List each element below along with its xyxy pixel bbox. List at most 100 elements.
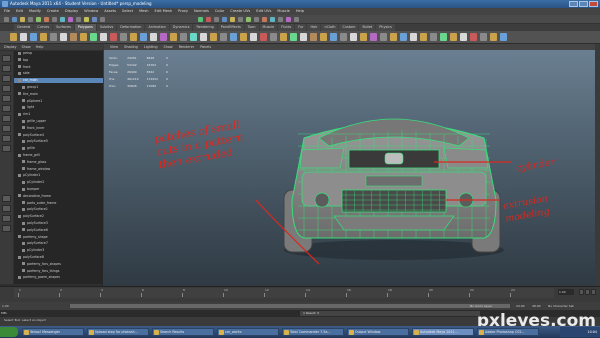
outliner-item[interactable]: grille [14,146,103,151]
shelf-tool-icon[interactable] [60,33,67,41]
character-set-field[interactable]: No Character Set [548,303,574,309]
shelf-tool-icon[interactable] [450,33,457,41]
shelf-tool-icon[interactable] [70,33,77,41]
toolbox-tool-icon[interactable] [2,125,11,132]
shelf-tab[interactable]: Polygons [74,24,96,31]
shelf-tab[interactable]: Toon [244,24,259,31]
outliner-item[interactable]: parfemy_poem_shapes [14,275,103,280]
outliner-item[interactable]: pSphere1 [14,99,103,104]
menu-item[interactable]: Modify [29,8,41,15]
shelf-tab[interactable]: PaintEffects [217,24,244,31]
status-tool-icon[interactable] [214,17,219,22]
taskbar-item[interactable]: Adobe Photoshop CS5... [477,328,539,336]
status-tool-icon[interactable] [92,17,97,22]
taskbar-item[interactable]: Upload step for photosh... [87,328,149,336]
outliner-item[interactable]: tire_main [14,92,103,97]
outliner-item[interactable]: polySurface8 [14,255,103,260]
shelf-tool-icon[interactable] [370,33,377,41]
taskbar-item[interactable]: Autodesk Maya 2011... [412,328,474,336]
anim-layer-field[interactable]: No Anim Layer [470,303,492,309]
shelf-tool-icon[interactable] [270,33,277,41]
shelf-tool-icon[interactable] [40,33,47,41]
shelf-tab[interactable]: Subdivs [96,24,117,31]
shelf-tab[interactable]: Surfaces [53,24,74,31]
status-tool-icon[interactable] [36,17,41,22]
shelf-tool-icon[interactable] [290,33,297,41]
status-tool-icon[interactable] [278,17,283,22]
menu-item[interactable]: Window [84,8,98,15]
shelf-tool-icon[interactable] [210,33,217,41]
shelf-tool-icon[interactable] [480,33,487,41]
forward-button[interactable] [591,289,596,295]
outliner-item[interactable]: polySurface7 [14,241,103,246]
minimize-button[interactable] [569,1,578,7]
shelf-tab[interactable]: Animation [145,24,169,31]
shelf-tool-icon[interactable] [470,33,477,41]
outliner-item[interactable]: rim1 [14,112,103,117]
shelf-tool-icon[interactable] [380,33,387,41]
outliner-item[interactable]: pCylinder3 [14,248,103,253]
outliner-item[interactable]: top [14,58,103,63]
outliner-item[interactable]: front [14,65,103,70]
shelf-tool-icon[interactable] [170,33,177,41]
play-button[interactable] [585,289,590,295]
shelf-tab[interactable]: Muscle [259,24,278,31]
shelf-tool-icon[interactable] [30,33,37,41]
range-slider[interactable]: 1.00 24.00 48.00 No Anim Layer No Charac… [0,302,600,310]
shelf-tool-icon[interactable] [120,33,127,41]
shelf-tool-icon[interactable] [350,33,357,41]
taskbar-item[interactable]: Yahoo! Messenger [22,328,84,336]
time-ruler[interactable]: 1 2 4 6 8 10 12 14 16 18 20 22 24 [14,288,554,298]
shelf-tool-icon[interactable] [230,33,237,41]
status-tool-icon[interactable] [100,17,105,22]
shelf-tab[interactable]: Fur [295,24,307,31]
status-tool-icon[interactable] [76,17,81,22]
status-tool-icon[interactable] [198,17,203,22]
taskbar-item[interactable]: Search Results [152,328,214,336]
rewind-button[interactable] [579,289,584,295]
shelf-tool-icon[interactable] [360,33,367,41]
shelf-tool-icon[interactable] [390,33,397,41]
menu-item[interactable]: Select [122,8,133,15]
shelf-tab[interactable]: Dynamics [169,24,193,31]
shelf-tab[interactable]: Physics [376,24,395,31]
range-start-field[interactable]: 1.00 [2,303,9,309]
outliner-item[interactable]: parfemy_fors_things [14,269,103,274]
shelf-tab[interactable]: Curves [34,24,53,31]
status-tool-icon[interactable] [206,17,211,22]
channel-box-strip[interactable] [595,44,600,286]
outliner-item[interactable]: pCylinder2 [14,180,103,185]
outliner-item[interactable]: parfemy_fors_shapes [14,262,103,267]
taskbar-item[interactable]: Total Commander 7.5a... [282,328,344,336]
menu-item[interactable]: File [4,8,10,15]
shelf-tool-icon[interactable] [400,33,407,41]
current-frame-field[interactable]: 1.00 [558,289,574,295]
outliner-item[interactable]: frame_grill [14,153,103,158]
toolbox-tool-icon[interactable] [2,65,11,72]
menu-item[interactable]: Edit Mesh [155,8,173,15]
status-tool-icon[interactable] [12,17,17,22]
command-language-label[interactable]: MEL [1,311,7,315]
outliner-item[interactable]: car_main [14,78,103,83]
shelf-tool-icon[interactable] [410,33,417,41]
shelf-tool-icon[interactable] [250,33,257,41]
range-bar[interactable] [70,304,510,308]
perspective-viewport[interactable]: Verts: 29261 8428 0 Edges: 53102 16762 0 Faces: 2… [104,50,595,286]
status-tool-icon[interactable] [286,17,291,22]
status-tool-icon[interactable] [4,17,9,22]
shelf-tool-icon[interactable] [440,33,447,41]
maximize-button[interactable] [579,1,588,7]
toolbox-tool-icon[interactable] [2,215,11,222]
outliner-item[interactable]: polySurface3 [14,221,103,226]
shelf-tool-icon[interactable] [320,33,327,41]
outliner-item[interactable]: side [14,71,103,76]
toolbox-tool-icon[interactable] [2,55,11,62]
menu-item[interactable]: Mesh [139,8,148,15]
status-tool-icon[interactable] [44,17,49,22]
outliner-item[interactable]: front_inner [14,126,103,131]
menu-item[interactable]: Proxy [178,8,188,15]
outliner-item[interactable]: polySurface2 [14,214,103,219]
status-tool-icon[interactable] [222,17,227,22]
shelf-tool-icon[interactable] [200,33,207,41]
menu-item[interactable]: Edit [16,8,23,15]
